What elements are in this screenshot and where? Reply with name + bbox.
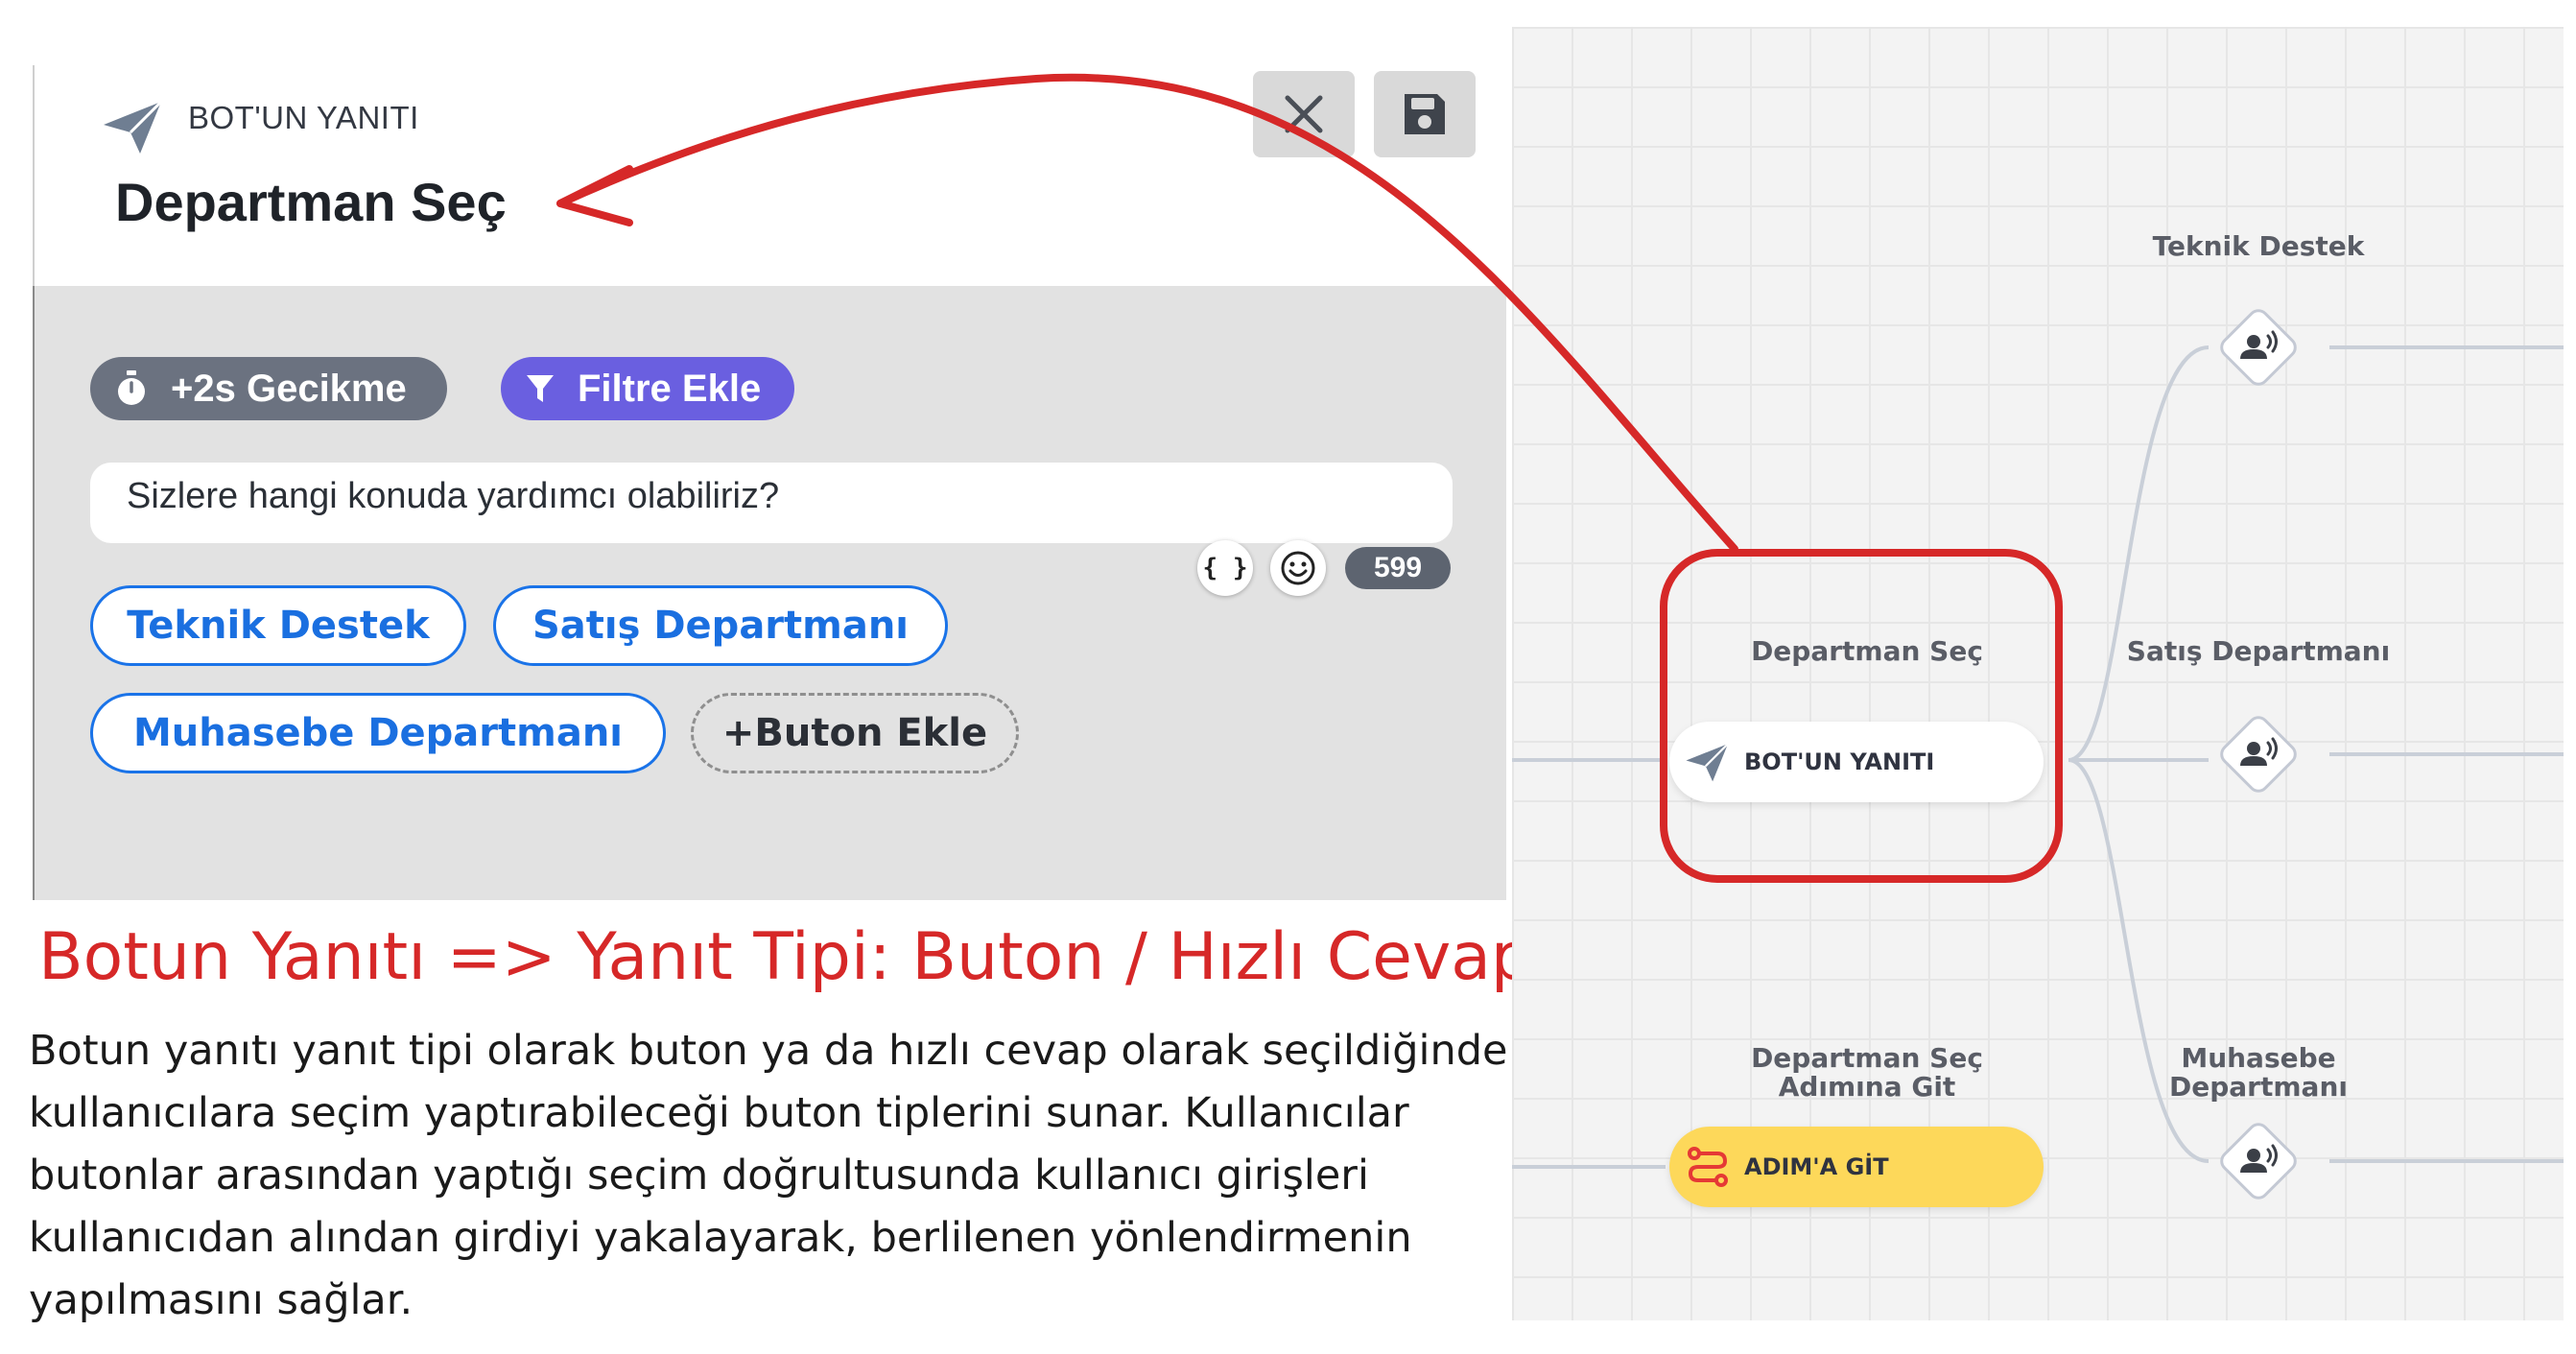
panel-edge [33,65,35,286]
stopwatch-icon [118,370,145,405]
caption-line: butonlar arasından yaptığı seçim doğrult… [29,1152,1369,1200]
branch-label-line: Departmanı [2169,1071,2348,1103]
bot-reply-node-label: BOT'UN YANITI [1744,748,1935,775]
message-input[interactable]: Sizlere hangi konuda yardımcı olabiliriz… [90,463,1453,543]
emoji-icon[interactable] [1270,540,1326,596]
close-icon [1285,95,1323,133]
smiley-icon [1281,551,1315,585]
send-icon [1686,743,1729,782]
editor-panel: BOT'UN YANITI Departman Seç +2s Gecikme [33,56,1506,900]
branch-label-line: Satış Departmanı [2126,635,2391,667]
branch-label-teknik-destek: Teknik Destek [2132,230,2385,262]
send-icon [104,100,163,154]
save-icon [1405,94,1445,134]
caption-line: kullanıcıdan alından girdiyi yakalayarak… [29,1214,1412,1262]
user-input-node[interactable] [2209,704,2308,804]
step-title: Departman Seç [115,172,507,232]
reply-button-satis-departmani[interactable]: Satış Departmanı [493,585,948,666]
save-button[interactable] [1374,71,1476,157]
goto-step-node[interactable]: ADIM'A GİT [1669,1127,2044,1207]
user-input-node[interactable] [2209,1111,2308,1211]
route-icon [1688,1147,1728,1187]
filter-label: Filtre Ekle [578,367,762,410]
caption-body: Botun yanıtı yanıt tipi olarak buton ya … [29,1020,1525,1332]
reply-button-muhasebe-departmani[interactable]: Muhasebe Departmanı [90,693,666,773]
filter-chip[interactable]: Filtre Ekle [501,357,794,420]
filter-icon [527,375,554,402]
bot-reply-node[interactable]: BOT'UN YANITI [1669,722,2044,802]
panel-header: BOT'UN YANITI Departman Seç [33,56,1506,286]
add-button[interactable]: +Buton Ekle [691,693,1019,773]
branch-label-satis-departmani: Satış Departmanı [2105,635,2412,667]
close-button[interactable] [1253,71,1355,157]
goto-step-node-label: ADIM'A GİT [1744,1153,1889,1180]
delay-label: +2s Gecikme [171,367,407,410]
branch-label-muhasebe-departmani: Muhasebe Departmanı [2132,1044,2385,1102]
flow-canvas[interactable]: Teknik Destek Satış Departmanı Muhasebe … [1512,27,2564,1320]
caption-line: Botun yanıtı yanıt tipi olarak buton ya … [29,1027,1508,1075]
reply-button-teknik-destek[interactable]: Teknik Destek [90,585,466,666]
caption-line: yapılmasını sağlar. [29,1276,414,1324]
goto-title-line: Adımına Git [1778,1071,1956,1103]
delay-chip[interactable]: +2s Gecikme [90,357,447,420]
caption-line: kullanıcılara seçim yaptırabileceği buto… [29,1089,1409,1137]
branch-label-line: Muhasebe [2181,1042,2336,1074]
variable-icon[interactable]: { } [1197,540,1253,596]
step-type-label: BOT'UN YANITI [188,100,419,135]
branch-label-line: Teknik Destek [2152,230,2365,262]
node-title: Departman Seç [1751,635,1983,667]
caption-title: Botun Yanıtı => Yanıt Tipi: Buton / Hızl… [38,919,1533,995]
char-count-badge: 599 [1345,547,1451,589]
user-input-node[interactable] [2209,297,2308,397]
flow-connectors [1512,345,2564,1169]
goto-title-line: Departman Seç [1751,1042,1983,1074]
goto-node-title: Departman Seç Adımına Git [1723,1044,2011,1102]
